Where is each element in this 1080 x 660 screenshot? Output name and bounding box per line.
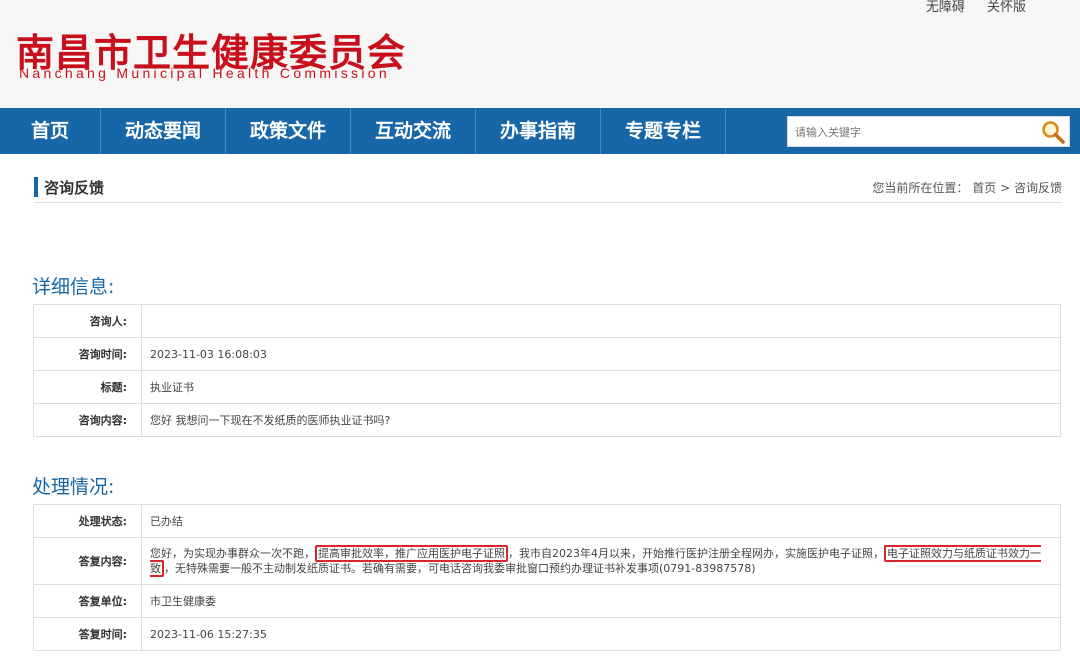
reply-content-label: 答复内容: (33, 537, 142, 585)
consultant-value (141, 304, 1061, 338)
reply-text-part-3: ，无特殊需要一般不主动制发纸质证书。若确有需要，可电话咨询我委审批窗口预约办理证… (164, 562, 756, 575)
breadcrumb-home-link[interactable]: 首页 (972, 181, 996, 195)
breadcrumb: 您当前所在位置： 首页 > 咨询反馈 (872, 179, 1062, 196)
breadcrumb-prefix: 您当前所在位置： (872, 181, 969, 195)
section-header: 咨询反馈 您当前所在位置： 首页 > 咨询反馈 (34, 175, 1062, 203)
table-row: 答复单位: 市卫生健康委 (33, 584, 1061, 618)
details-heading: 详细信息: (32, 276, 115, 298)
handling-table: 处理状态: 已办结 答复内容: 您好，为实现办事群众一次不跑， 提高审批效率，推广… (33, 504, 1061, 651)
reply-time-value: 2023-11-06 15:27:35 (141, 617, 1061, 651)
table-row: 答复时间: 2023-11-06 15:27:35 (33, 617, 1061, 651)
site-header: 无障碍 关怀版 南昌市卫生健康委员会 Nanchang Municipal He… (0, 0, 1080, 108)
search-input[interactable] (795, 123, 1035, 141)
search-icon (1042, 121, 1065, 144)
breadcrumb-current-link[interactable]: 咨询反馈 (1014, 181, 1062, 195)
table-row: 咨询时间: 2023-11-03 16:08:03 (33, 337, 1061, 371)
details-table: 咨询人: 咨询时间: 2023-11-03 16:08:03 标题: 执业证书 … (33, 304, 1061, 437)
nav-item-topics[interactable]: 专题专栏 (601, 108, 726, 154)
title-value: 执业证书 (141, 370, 1061, 404)
accessibility-link[interactable]: 无障碍 (926, 0, 965, 15)
status-label: 处理状态: (33, 504, 142, 538)
consult-time-label: 咨询时间: (33, 337, 142, 371)
nav-item-policy[interactable]: 政策文件 (226, 108, 351, 154)
reply-highlight-1: 提高审批效率，推广应用医护电子证照 (315, 545, 508, 562)
nav-item-home[interactable]: 首页 (0, 108, 101, 154)
search-button[interactable] (1040, 119, 1066, 145)
reply-unit-value: 市卫生健康委 (141, 584, 1061, 618)
status-value: 已办结 (141, 504, 1061, 538)
top-links: 无障碍 关怀版 (908, 0, 1026, 15)
reply-text-part-2: ，我市自2023年4月以来，开始推行医护注册全程网办，实施医护电子证照， (508, 547, 884, 560)
consult-time-value: 2023-11-03 16:08:03 (141, 337, 1061, 371)
reply-time-label: 答复时间: (33, 617, 142, 651)
title-label: 标题: (33, 370, 142, 404)
table-row: 标题: 执业证书 (33, 370, 1061, 404)
reply-text-part-1: 您好，为实现办事群众一次不跑， (150, 547, 315, 560)
nav-item-news[interactable]: 动态要闻 (101, 108, 226, 154)
table-row: 咨询内容: 您好 我想问一下现在不发纸质的医师执业证书吗? (33, 403, 1061, 437)
section-accent-bar (34, 177, 38, 197)
consultant-label: 咨询人: (33, 304, 142, 338)
reply-content-value: 您好，为实现办事群众一次不跑， 提高审批效率，推广应用医护电子证照 ，我市自2023… (141, 537, 1061, 585)
consult-content-value: 您好 我想问一下现在不发纸质的医师执业证书吗? (141, 403, 1061, 437)
table-row: 咨询人: (33, 304, 1061, 338)
consult-content-label: 咨询内容: (33, 403, 142, 437)
care-mode-link[interactable]: 关怀版 (987, 0, 1026, 15)
site-logo-english: Nanchang Municipal Health Commission (19, 65, 390, 81)
breadcrumb-separator: > (1000, 181, 1011, 195)
search-box (787, 116, 1070, 147)
table-row: 处理状态: 已办结 (33, 504, 1061, 538)
table-row: 答复内容: 您好，为实现办事群众一次不跑， 提高审批效率，推广应用医护电子证照 ，我… (33, 537, 1061, 585)
handling-heading: 处理情况: (32, 476, 115, 498)
main-nav: 首页 动态要闻 政策文件 互动交流 办事指南 专题专栏 (0, 108, 1080, 154)
section-title: 咨询反馈 (44, 179, 105, 197)
nav-item-interaction[interactable]: 互动交流 (351, 108, 476, 154)
nav-item-guide[interactable]: 办事指南 (476, 108, 601, 154)
reply-unit-label: 答复单位: (33, 584, 142, 618)
